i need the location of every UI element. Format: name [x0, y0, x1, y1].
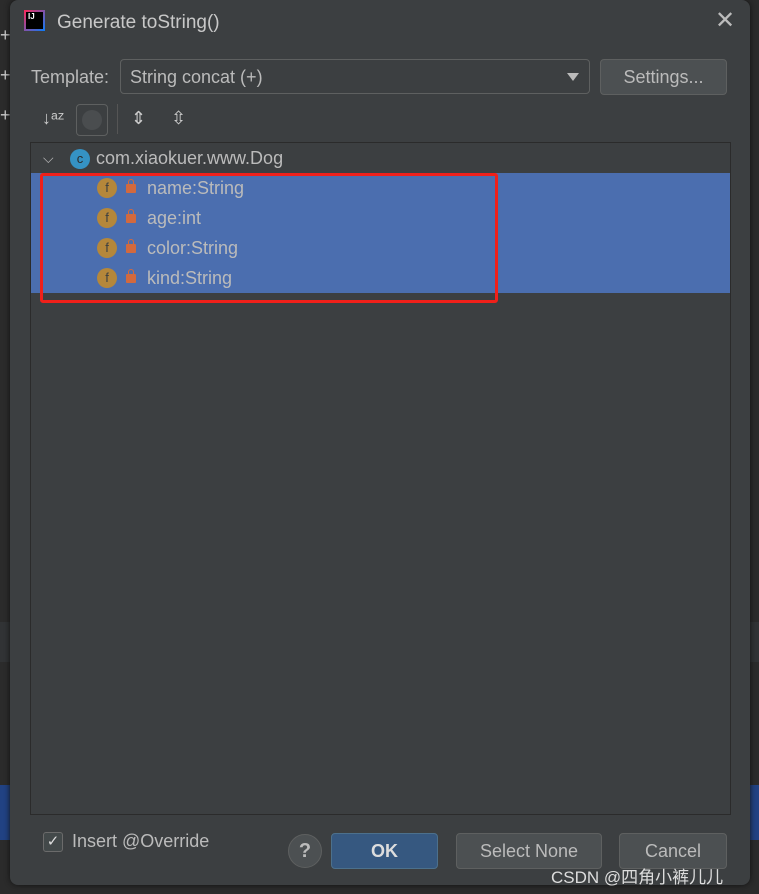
chevron-down-icon[interactable]: ⌵ [43, 143, 54, 173]
expand-icon: + [0, 105, 11, 125]
close-icon[interactable]: ✕ [715, 6, 735, 35]
collapse-all-icon[interactable]: ⇳ [171, 108, 186, 129]
dialog-title: Generate toString() [57, 12, 220, 33]
insert-override-label: Insert @Override [72, 831, 210, 851]
tree-root-row[interactable]: ⌵ c com.xiaokuer.www.Dog [31, 143, 730, 173]
class-name: com.xiaokuer.www.Dog [96, 148, 284, 168]
settings-button[interactable]: Settings... [600, 59, 727, 95]
intellij-logo-icon: IJ [24, 10, 45, 31]
expand-icon: + [0, 25, 11, 45]
highlight-annotation-box [40, 173, 498, 303]
class-icon: c [70, 149, 90, 169]
template-label: Template: [31, 67, 110, 87]
class-icon [82, 110, 102, 130]
watermark: CSDN @四角小裤儿儿 [551, 868, 724, 887]
template-value: String concat (+) [130, 67, 263, 87]
expand-icon: + [0, 65, 11, 85]
show-classes-toggle[interactable] [76, 104, 108, 136]
chevron-down-icon [567, 73, 579, 81]
help-button[interactable]: ? [288, 834, 322, 868]
ok-button[interactable]: OK [331, 833, 438, 869]
toolbar-divider [117, 104, 118, 134]
sort-alphabetically-icon[interactable]: ↓ᵃᶻ [42, 108, 64, 129]
expand-all-icon[interactable]: ⇕ [131, 108, 146, 129]
insert-override-checkbox[interactable]: ✓ [43, 832, 63, 852]
template-dropdown[interactable]: String concat (+) [120, 59, 590, 94]
